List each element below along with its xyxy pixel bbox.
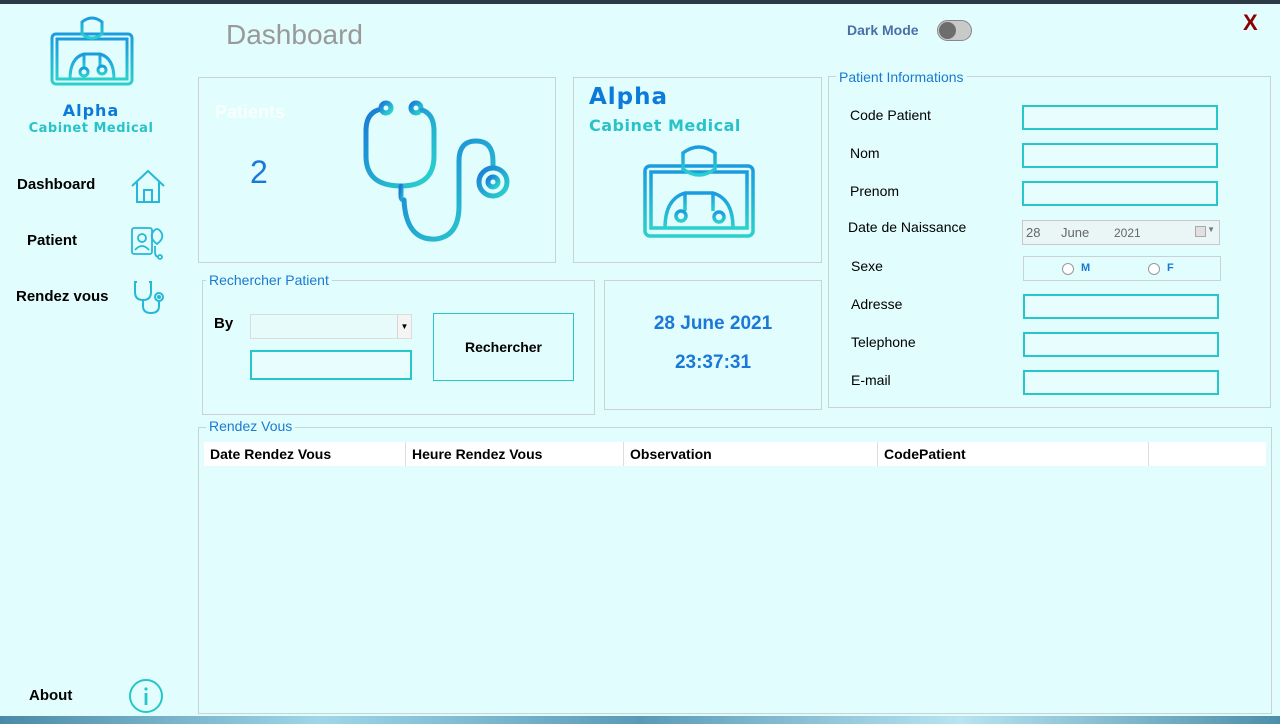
sidebar-item-about[interactable]: About — [29, 687, 72, 704]
sidebar-item-rendez-vous[interactable]: Rendez vous — [16, 288, 109, 305]
sidebar-item-patient[interactable]: Patient — [27, 232, 77, 249]
sexe-radio-f[interactable] — [1148, 263, 1160, 275]
rechercher-button[interactable]: Rechercher — [433, 313, 574, 381]
doctor-monitor-logo-icon — [50, 16, 134, 98]
patients-count: 2 — [250, 154, 268, 190]
stethoscope-icon[interactable] — [129, 278, 167, 316]
doctor-monitor-illustration-icon — [643, 145, 755, 253]
column-header-heure[interactable]: Heure Rendez Vous — [406, 442, 624, 466]
clock-panel — [604, 280, 822, 410]
calendar-icon[interactable] — [1195, 226, 1206, 237]
patients-label: Patients — [215, 102, 286, 122]
date-naissance-label: Date de Naissance — [848, 219, 967, 235]
prenom-label: Prenom — [850, 183, 900, 199]
nom-field[interactable] — [1022, 143, 1218, 168]
search-input[interactable] — [250, 350, 412, 380]
info-icon[interactable] — [128, 678, 164, 714]
home-icon[interactable] — [129, 167, 167, 205]
current-date: 28 June 2021 — [653, 313, 773, 334]
appointments-legend: Rendez Vous — [206, 418, 296, 434]
email-field[interactable] — [1023, 370, 1219, 395]
column-header-date[interactable]: Date Rendez Vous — [204, 442, 406, 466]
code-patient-label: Code Patient — [850, 107, 931, 123]
by-label: By — [214, 315, 234, 332]
sidebar-brand-subtitle: Cabinet Medical — [28, 121, 154, 136]
dark-mode-toggle[interactable] — [937, 20, 972, 41]
column-header-observation[interactable]: Observation — [624, 442, 878, 466]
telephone-label: Telephone — [851, 334, 916, 350]
appointments-table-header: Date Rendez Vous Heure Rendez Vous Obser… — [204, 442, 1266, 466]
dob-year: 2021 — [1114, 226, 1141, 240]
sexe-label-m: M — [1081, 262, 1091, 274]
sexe-label: Sexe — [851, 258, 883, 274]
page-title: Dashboard — [226, 19, 363, 50]
dob-month: June — [1061, 225, 1090, 240]
stethoscope-illustration-icon — [363, 100, 510, 242]
sexe-label-f: F — [1167, 262, 1174, 274]
search-by-dropdown[interactable]: ▼ — [250, 314, 412, 339]
dark-mode-label: Dark Mode — [847, 22, 919, 38]
nom-label: Nom — [850, 145, 880, 161]
date-naissance-picker[interactable]: 28 June 2021 ▼ — [1022, 220, 1220, 245]
code-patient-field[interactable] — [1022, 105, 1218, 130]
column-header-code-patient[interactable]: CodePatient — [878, 442, 1149, 466]
patient-card-icon[interactable] — [129, 222, 167, 260]
chevron-down-icon[interactable]: ▼ — [397, 315, 411, 338]
dob-day: 28 — [1026, 225, 1041, 240]
sexe-radio-group: M F — [1023, 256, 1221, 281]
email-label: E-mail — [851, 372, 891, 388]
brand-card-subtitle: Cabinet Medical — [589, 116, 741, 135]
sexe-radio-m[interactable] — [1062, 263, 1074, 275]
appointments-panel — [198, 427, 1272, 714]
adresse-label: Adresse — [851, 296, 903, 312]
chevron-down-icon[interactable]: ▼ — [1207, 225, 1215, 234]
search-panel-legend: Rechercher Patient — [206, 272, 332, 288]
adresse-field[interactable] — [1023, 294, 1219, 319]
prenom-field[interactable] — [1022, 181, 1218, 206]
telephone-field[interactable] — [1023, 332, 1219, 357]
brand-card-title: Alpha — [589, 84, 669, 110]
current-time: 23:37:31 — [674, 352, 752, 373]
sidebar-item-dashboard[interactable]: Dashboard — [17, 176, 95, 193]
close-button[interactable]: X — [1243, 10, 1258, 36]
desktop-background-edge — [0, 716, 1280, 724]
sidebar-brand-title: Alpha — [62, 101, 120, 120]
toggle-knob — [939, 22, 956, 39]
window-top-edge — [0, 0, 1280, 4]
patient-info-legend: Patient Informations — [836, 69, 967, 85]
